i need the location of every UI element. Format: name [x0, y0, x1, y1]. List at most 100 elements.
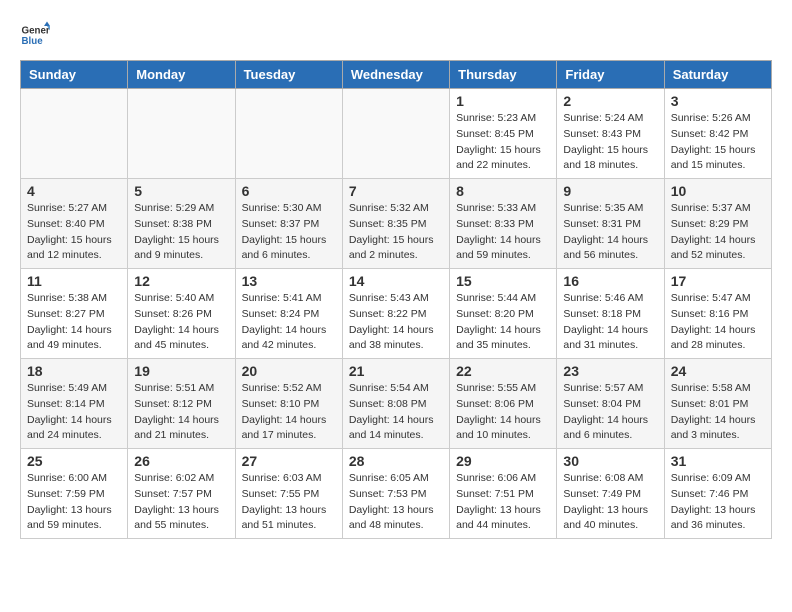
header-day-thursday: Thursday	[450, 61, 557, 89]
day-info: Sunrise: 6:03 AMSunset: 7:55 PMDaylight:…	[242, 471, 336, 534]
day-info: Sunrise: 6:08 AMSunset: 7:49 PMDaylight:…	[563, 471, 657, 534]
calendar-cell: 23Sunrise: 5:57 AMSunset: 8:04 PMDayligh…	[557, 359, 664, 449]
day-info: Sunrise: 5:30 AMSunset: 8:37 PMDaylight:…	[242, 201, 336, 264]
header-day-monday: Monday	[128, 61, 235, 89]
day-number: 19	[134, 363, 228, 379]
day-number: 15	[456, 273, 550, 289]
week-row-2: 4 Sunrise: 5:27 AMSunset: 8:40 PMDaylight…	[21, 179, 772, 269]
day-info: Sunrise: 6:02 AMSunset: 7:57 PMDaylight:…	[134, 471, 228, 534]
day-info: Sunrise: 5:44 AMSunset: 8:20 PMDaylight:…	[456, 291, 550, 354]
calendar-cell: 5 Sunrise: 5:29 AMSunset: 8:38 PMDaylight…	[128, 179, 235, 269]
calendar-cell: 31 Sunrise: 6:09 AMSunset: 7:46 PMDayligh…	[664, 449, 771, 539]
day-number: 21	[349, 363, 443, 379]
day-number: 16	[563, 273, 657, 289]
calendar-cell: 29 Sunrise: 6:06 AMSunset: 7:51 PMDayligh…	[450, 449, 557, 539]
day-info: Sunrise: 5:47 AMSunset: 8:16 PMDaylight:…	[671, 291, 765, 354]
day-number: 7	[349, 183, 443, 199]
day-info: Sunrise: 5:27 AMSunset: 8:40 PMDaylight:…	[27, 201, 121, 264]
day-number: 12	[134, 273, 228, 289]
logo-icon: General Blue	[20, 20, 50, 50]
calendar-table: SundayMondayTuesdayWednesdayThursdayFrid…	[20, 60, 772, 539]
day-info: Sunrise: 5:26 AMSunset: 8:42 PMDaylight:…	[671, 111, 765, 174]
header-day-sunday: Sunday	[21, 61, 128, 89]
day-number: 11	[27, 273, 121, 289]
calendar-cell: 9Sunrise: 5:35 AMSunset: 8:31 PMDaylight…	[557, 179, 664, 269]
day-number: 4	[27, 183, 121, 199]
week-row-5: 25Sunrise: 6:00 AMSunset: 7:59 PMDayligh…	[21, 449, 772, 539]
day-number: 23	[563, 363, 657, 379]
day-info: Sunrise: 5:52 AMSunset: 8:10 PMDaylight:…	[242, 381, 336, 444]
day-number: 30	[563, 453, 657, 469]
day-number: 18	[27, 363, 121, 379]
day-number: 29	[456, 453, 550, 469]
calendar-cell	[21, 89, 128, 179]
day-info: Sunrise: 6:06 AMSunset: 7:51 PMDaylight:…	[456, 471, 550, 534]
svg-text:General: General	[22, 26, 51, 37]
day-info: Sunrise: 5:40 AMSunset: 8:26 PMDaylight:…	[134, 291, 228, 354]
day-number: 25	[27, 453, 121, 469]
calendar-cell: 7Sunrise: 5:32 AMSunset: 8:35 PMDaylight…	[342, 179, 449, 269]
day-info: Sunrise: 6:05 AMSunset: 7:53 PMDaylight:…	[349, 471, 443, 534]
day-number: 10	[671, 183, 765, 199]
week-row-1: 1 Sunrise: 5:23 AMSunset: 8:45 PMDaylight…	[21, 89, 772, 179]
calendar-cell: 30 Sunrise: 6:08 AMSunset: 7:49 PMDayligh…	[557, 449, 664, 539]
day-number: 14	[349, 273, 443, 289]
header: General Blue	[20, 20, 772, 50]
day-number: 6	[242, 183, 336, 199]
header-day-wednesday: Wednesday	[342, 61, 449, 89]
day-number: 28	[349, 453, 443, 469]
day-info: Sunrise: 5:33 AMSunset: 8:33 PMDaylight:…	[456, 201, 550, 264]
day-number: 13	[242, 273, 336, 289]
calendar-cell: 27 Sunrise: 6:03 AMSunset: 7:55 PMDayligh…	[235, 449, 342, 539]
day-info: Sunrise: 5:58 AMSunset: 8:01 PMDaylight:…	[671, 381, 765, 444]
day-info: Sunrise: 5:54 AMSunset: 8:08 PMDaylight:…	[349, 381, 443, 444]
calendar-cell: 6 Sunrise: 5:30 AMSunset: 8:37 PMDaylight…	[235, 179, 342, 269]
day-info: Sunrise: 5:41 AMSunset: 8:24 PMDaylight:…	[242, 291, 336, 354]
day-number: 17	[671, 273, 765, 289]
day-number: 20	[242, 363, 336, 379]
logo: General Blue	[20, 20, 50, 50]
header-day-friday: Friday	[557, 61, 664, 89]
calendar-cell: 25Sunrise: 6:00 AMSunset: 7:59 PMDayligh…	[21, 449, 128, 539]
day-info: Sunrise: 5:24 AMSunset: 8:43 PMDaylight:…	[563, 111, 657, 174]
calendar-cell: 8Sunrise: 5:33 AMSunset: 8:33 PMDaylight…	[450, 179, 557, 269]
day-number: 1	[456, 93, 550, 109]
day-info: Sunrise: 5:51 AMSunset: 8:12 PMDaylight:…	[134, 381, 228, 444]
calendar-cell: 11 Sunrise: 5:38 AMSunset: 8:27 PMDayligh…	[21, 269, 128, 359]
calendar-cell: 13 Sunrise: 5:41 AMSunset: 8:24 PMDayligh…	[235, 269, 342, 359]
day-info: Sunrise: 6:09 AMSunset: 7:46 PMDaylight:…	[671, 471, 765, 534]
calendar-cell: 10 Sunrise: 5:37 AMSunset: 8:29 PMDayligh…	[664, 179, 771, 269]
day-info: Sunrise: 5:46 AMSunset: 8:18 PMDaylight:…	[563, 291, 657, 354]
day-info: Sunrise: 5:35 AMSunset: 8:31 PMDaylight:…	[563, 201, 657, 264]
day-number: 24	[671, 363, 765, 379]
week-row-3: 11 Sunrise: 5:38 AMSunset: 8:27 PMDayligh…	[21, 269, 772, 359]
header-day-saturday: Saturday	[664, 61, 771, 89]
calendar-cell: 2 Sunrise: 5:24 AMSunset: 8:43 PMDaylight…	[557, 89, 664, 179]
calendar-cell: 17 Sunrise: 5:47 AMSunset: 8:16 PMDayligh…	[664, 269, 771, 359]
day-number: 26	[134, 453, 228, 469]
calendar-cell	[342, 89, 449, 179]
calendar-cell: 4 Sunrise: 5:27 AMSunset: 8:40 PMDaylight…	[21, 179, 128, 269]
day-info: Sunrise: 5:29 AMSunset: 8:38 PMDaylight:…	[134, 201, 228, 264]
calendar-cell: 16 Sunrise: 5:46 AMSunset: 8:18 PMDayligh…	[557, 269, 664, 359]
calendar-cell: 3 Sunrise: 5:26 AMSunset: 8:42 PMDaylight…	[664, 89, 771, 179]
calendar-cell: 14 Sunrise: 5:43 AMSunset: 8:22 PMDayligh…	[342, 269, 449, 359]
day-number: 27	[242, 453, 336, 469]
day-info: Sunrise: 5:55 AMSunset: 8:06 PMDaylight:…	[456, 381, 550, 444]
header-row: SundayMondayTuesdayWednesdayThursdayFrid…	[21, 61, 772, 89]
day-number: 3	[671, 93, 765, 109]
calendar-cell: 28 Sunrise: 6:05 AMSunset: 7:53 PMDayligh…	[342, 449, 449, 539]
calendar-cell: 20 Sunrise: 5:52 AMSunset: 8:10 PMDayligh…	[235, 359, 342, 449]
day-info: Sunrise: 5:43 AMSunset: 8:22 PMDaylight:…	[349, 291, 443, 354]
week-row-4: 18Sunrise: 5:49 AMSunset: 8:14 PMDayligh…	[21, 359, 772, 449]
day-number: 2	[563, 93, 657, 109]
day-info: Sunrise: 5:23 AMSunset: 8:45 PMDaylight:…	[456, 111, 550, 174]
calendar-cell	[128, 89, 235, 179]
day-number: 31	[671, 453, 765, 469]
day-info: Sunrise: 5:38 AMSunset: 8:27 PMDaylight:…	[27, 291, 121, 354]
calendar-cell: 1 Sunrise: 5:23 AMSunset: 8:45 PMDaylight…	[450, 89, 557, 179]
calendar-cell: 22 Sunrise: 5:55 AMSunset: 8:06 PMDayligh…	[450, 359, 557, 449]
day-number: 22	[456, 363, 550, 379]
day-number: 5	[134, 183, 228, 199]
day-info: Sunrise: 5:37 AMSunset: 8:29 PMDaylight:…	[671, 201, 765, 264]
